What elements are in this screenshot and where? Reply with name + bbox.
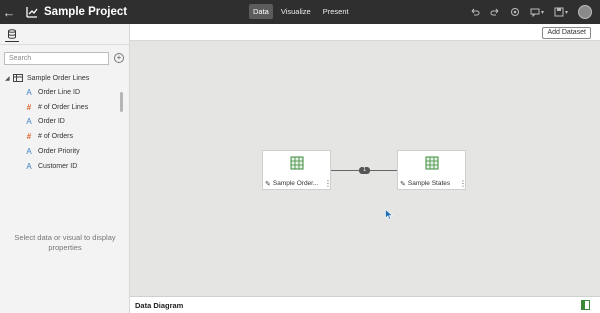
- user-avatar[interactable]: [578, 5, 592, 19]
- column-item[interactable]: # # of Orders: [5, 129, 120, 144]
- search-input[interactable]: Search: [4, 52, 109, 65]
- tab-visualize[interactable]: Visualize: [277, 4, 315, 19]
- join-count-badge[interactable]: 1: [359, 167, 370, 174]
- card-name: Sample States: [407, 180, 451, 187]
- column-item[interactable]: A Order Priority: [5, 144, 120, 159]
- data-panel: Search + ◢ Sample Order Lines A Order Li…: [0, 24, 130, 313]
- footer-title: Data Diagram: [135, 301, 184, 310]
- panel-tab-indicator: [5, 41, 19, 42]
- attribute-icon: A: [26, 147, 32, 157]
- column-item[interactable]: A Customer ID: [5, 159, 120, 174]
- tab-present[interactable]: Present: [319, 4, 353, 19]
- project-chart-icon: [26, 7, 38, 18]
- save-icon[interactable]: ▾: [554, 7, 568, 17]
- dataset-icon: [425, 156, 439, 170]
- more-options-icon[interactable]: ⋮: [324, 179, 332, 188]
- more-options-icon[interactable]: ⋮: [459, 179, 467, 188]
- measure-icon: #: [26, 132, 32, 142]
- add-icon[interactable]: +: [114, 53, 124, 63]
- mode-tabs: Data Visualize Present: [249, 4, 353, 19]
- pencil-icon[interactable]: ✎: [265, 180, 271, 188]
- card-footer: ✎ Sample States ⋮: [398, 177, 467, 190]
- attribute-icon: A: [26, 161, 32, 171]
- mouse-cursor-icon: [385, 209, 393, 220]
- dataset-icon: [290, 156, 304, 170]
- divider: [0, 44, 130, 45]
- dataset-table-icon: [13, 74, 23, 82]
- column-label: Order ID: [38, 118, 65, 126]
- diagram-footer: Data Diagram: [130, 296, 600, 313]
- dataset-card-sample-order-lines[interactable]: ✎ Sample Order... ⋮: [262, 150, 332, 190]
- card-footer: ✎ Sample Order... ⋮: [263, 177, 332, 190]
- add-dataset-button[interactable]: Add Dataset: [542, 27, 591, 39]
- column-item[interactable]: A Order ID: [5, 115, 120, 130]
- column-item[interactable]: A Order Line ID: [5, 85, 120, 100]
- column-label: # of Order Lines: [38, 103, 89, 111]
- panel-toggle-icon[interactable]: [581, 300, 590, 310]
- column-item[interactable]: # # of Order Lines: [5, 100, 120, 115]
- top-bar: ← Sample Project Data Visualize Present …: [0, 0, 600, 24]
- data-activity-icon[interactable]: [510, 7, 520, 17]
- comment-icon[interactable]: ▾: [530, 7, 544, 17]
- redo-icon[interactable]: [490, 7, 500, 17]
- column-label: # of Orders: [38, 133, 74, 141]
- card-name: Sample Order...: [272, 180, 319, 187]
- attribute-icon: A: [26, 117, 32, 127]
- measure-icon: #: [26, 102, 32, 112]
- column-label: Order Priority: [38, 148, 80, 156]
- back-arrow-icon[interactable]: ←: [0, 0, 18, 24]
- collapse-caret-icon[interactable]: ◢: [5, 75, 13, 82]
- properties-message: Select data or visual to display propert…: [14, 233, 116, 252]
- tree-scrollbar[interactable]: [120, 92, 123, 112]
- project-title: Sample Project: [44, 6, 128, 18]
- diagram-toolbar: Add Dataset: [130, 24, 600, 41]
- toolbar-icons: ▾ ▾: [470, 0, 592, 24]
- attribute-icon: A: [26, 87, 32, 97]
- column-label: Customer ID: [38, 162, 78, 170]
- tab-data[interactable]: Data: [249, 4, 273, 19]
- undo-icon[interactable]: [470, 7, 480, 17]
- dataset-card-sample-states[interactable]: ✎ Sample States ⋮: [397, 150, 467, 190]
- dataset-tree: ◢ Sample Order Lines A Order Line ID # #…: [5, 71, 120, 174]
- pencil-icon[interactable]: ✎: [400, 180, 406, 188]
- database-icon[interactable]: [7, 29, 17, 39]
- column-label: Order Line ID: [38, 88, 81, 96]
- dataset-node[interactable]: ◢ Sample Order Lines: [5, 71, 120, 85]
- dataset-name: Sample Order Lines: [27, 74, 90, 82]
